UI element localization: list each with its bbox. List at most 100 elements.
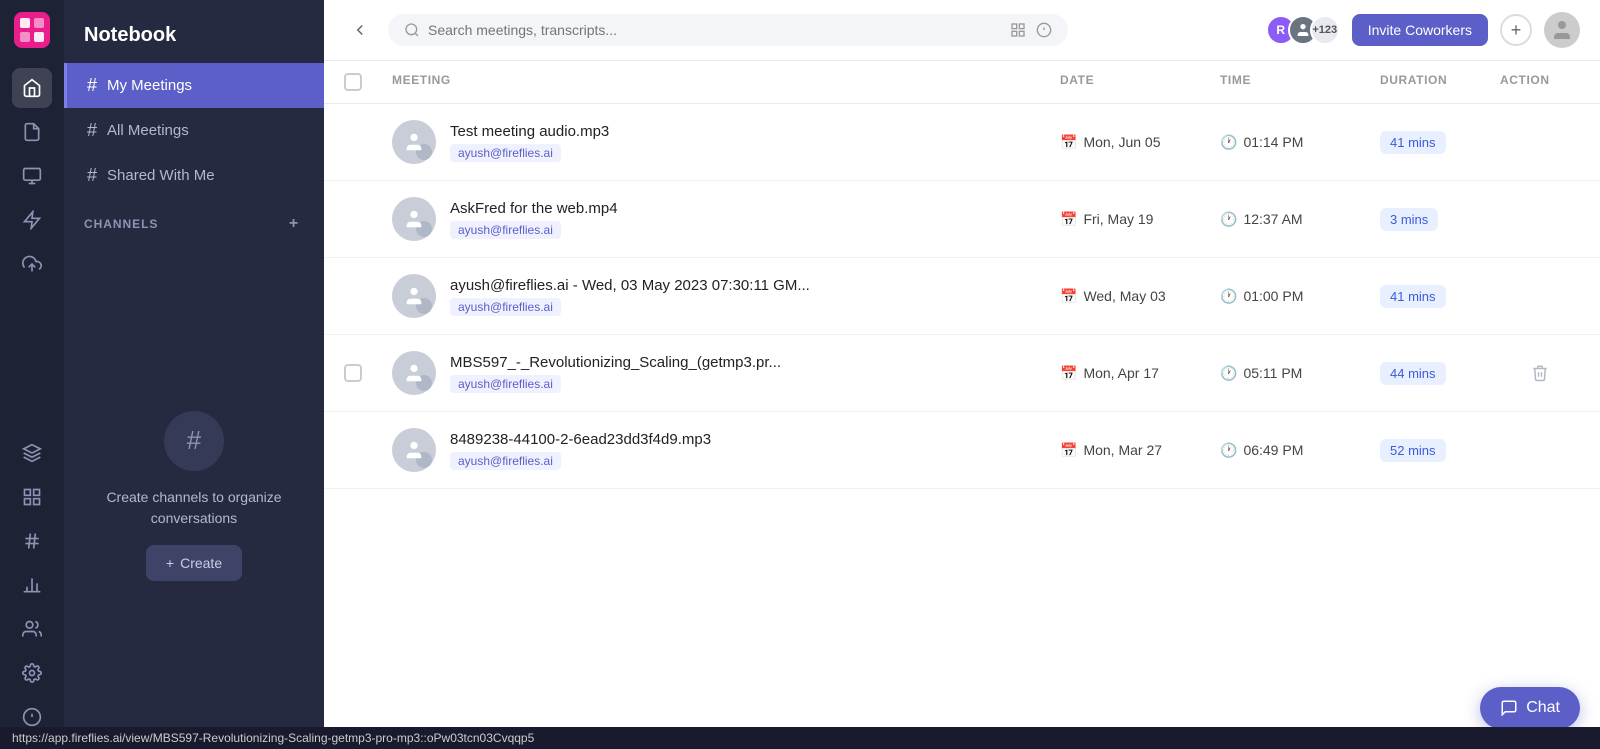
date-col-header: DATE <box>1060 73 1220 91</box>
duration-badge: 41 mins <box>1380 285 1446 308</box>
meeting-details: 8489238-44100-2-6ead23dd3f4d9.mp3 ayush@… <box>450 431 711 470</box>
sidebar: Notebook # My Meetings # All Meetings # … <box>64 0 324 749</box>
action-col-header: ACTION <box>1500 73 1580 91</box>
topbar-right: R +123 Invite Coworkers + <box>1266 12 1580 48</box>
app-title: Notebook <box>64 0 324 63</box>
meeting-avatar <box>392 120 436 164</box>
table-row[interactable]: AskFred for the web.mp4 ayush@fireflies.… <box>324 181 1600 258</box>
icon-bar <box>0 0 64 749</box>
sidebar-item-all-meetings[interactable]: # All Meetings <box>64 108 324 153</box>
duration-cell: 41 mins <box>1380 285 1500 308</box>
meeting-tag: ayush@fireflies.ai <box>450 221 561 239</box>
date-value: Wed, May 03 <box>1083 288 1165 304</box>
meeting-tag: ayush@fireflies.ai <box>450 452 561 470</box>
back-button[interactable] <box>344 14 376 46</box>
time-value: 12:37 AM <box>1243 211 1302 227</box>
create-channel-area: # Create channels to organize conversati… <box>64 242 324 749</box>
sidebar-shared-label: Shared With Me <box>107 167 215 184</box>
checkbox-header-col <box>344 73 392 91</box>
meeting-tag: ayush@fireflies.ai <box>450 298 561 316</box>
table-row[interactable]: MBS597_-_Revolutionizing_Scaling_(getmp3… <box>324 335 1600 412</box>
grid-search-icon <box>1010 22 1026 38</box>
search-input[interactable] <box>428 22 1002 38</box>
delete-button[interactable] <box>1531 364 1549 382</box>
chat-icon <box>1500 699 1518 717</box>
nav-bolt-icon[interactable] <box>12 200 52 240</box>
date-value: Fri, May 19 <box>1083 211 1153 227</box>
sidebar-item-my-meetings[interactable]: # My Meetings <box>64 63 324 108</box>
sidebar-all-meetings-label: All Meetings <box>107 122 189 139</box>
add-channel-button[interactable]: + <box>284 214 304 234</box>
nav-settings-icon[interactable] <box>12 653 52 693</box>
nav-layers-icon[interactable] <box>12 433 52 473</box>
time-value: 05:11 PM <box>1243 365 1302 381</box>
meeting-date: 📅 Mon, Mar 27 <box>1060 442 1220 459</box>
nav-upload-icon[interactable] <box>12 244 52 284</box>
meeting-details: Test meeting audio.mp3 ayush@fireflies.a… <box>450 123 609 162</box>
nav-home-icon[interactable] <box>12 68 52 108</box>
table-header: MEETING DATE TIME DURATION ACTION <box>324 61 1600 104</box>
clock-icon: 🕐 <box>1220 211 1237 228</box>
row-4-checkbox[interactable] <box>344 364 362 382</box>
duration-badge: 41 mins <box>1380 131 1446 154</box>
chat-label: Chat <box>1526 699 1560 717</box>
main-content: R +123 Invite Coworkers + <box>324 0 1600 749</box>
hash-icon: # <box>87 75 97 96</box>
time-value: 01:00 PM <box>1243 288 1303 304</box>
table-row[interactable]: Test meeting audio.mp3 ayush@fireflies.a… <box>324 104 1600 181</box>
create-channel-text: Create channels to organize conversation… <box>84 487 304 529</box>
nav-doc-icon[interactable] <box>12 112 52 152</box>
date-value: Mon, Apr 17 <box>1083 365 1159 381</box>
calendar-icon: 📅 <box>1060 211 1077 228</box>
hash-circle-icon: # <box>164 411 224 471</box>
app-logo[interactable] <box>14 12 50 48</box>
calendar-icon: 📅 <box>1060 134 1077 151</box>
meeting-title: 8489238-44100-2-6ead23dd3f4d9.mp3 <box>450 431 711 448</box>
search-extras <box>1010 22 1052 38</box>
meeting-avatar <box>392 197 436 241</box>
duration-cell: 3 mins <box>1380 208 1500 231</box>
meeting-date: 📅 Wed, May 03 <box>1060 288 1220 305</box>
meeting-time: 🕐 05:11 PM <box>1220 365 1380 382</box>
sidebar-my-meetings-label: My Meetings <box>107 77 192 94</box>
user-avatar[interactable] <box>1544 12 1580 48</box>
calendar-icon: 📅 <box>1060 442 1077 459</box>
time-value: 06:49 PM <box>1243 442 1303 458</box>
meeting-tag: ayush@fireflies.ai <box>450 375 561 393</box>
meeting-time: 🕐 01:00 PM <box>1220 288 1380 305</box>
channels-header: CHANNELS + <box>64 198 324 242</box>
meeting-info: 8489238-44100-2-6ead23dd3f4d9.mp3 ayush@… <box>392 428 1060 472</box>
invite-coworkers-button[interactable]: Invite Coworkers <box>1352 14 1488 46</box>
calendar-icon: 📅 <box>1060 365 1077 382</box>
action-cell <box>1500 364 1580 382</box>
nav-hash-icon[interactable] <box>12 521 52 561</box>
nav-barchart-icon[interactable] <box>12 565 52 605</box>
nav-grid-icon[interactable] <box>12 477 52 517</box>
meetings-table: MEETING DATE TIME DURATION ACTION Test m… <box>324 61 1600 749</box>
chat-button[interactable]: Chat <box>1480 687 1580 729</box>
sidebar-item-shared-with-me[interactable]: # Shared With Me <box>64 153 324 198</box>
meeting-time: 🕐 06:49 PM <box>1220 442 1380 459</box>
nav-screen-icon[interactable] <box>12 156 52 196</box>
row-checkbox-col[interactable] <box>344 364 392 382</box>
hash-icon: # <box>87 120 97 141</box>
duration-badge: 44 mins <box>1380 362 1446 385</box>
meeting-date: 📅 Mon, Apr 17 <box>1060 365 1220 382</box>
duration-cell: 44 mins <box>1380 362 1500 385</box>
meeting-time: 🕐 12:37 AM <box>1220 211 1380 228</box>
table-row[interactable]: 8489238-44100-2-6ead23dd3f4d9.mp3 ayush@… <box>324 412 1600 489</box>
time-col-header: TIME <box>1220 73 1380 91</box>
duration-badge: 3 mins <box>1380 208 1438 231</box>
meeting-avatar <box>392 428 436 472</box>
time-value: 01:14 PM <box>1243 134 1303 150</box>
meeting-info: ayush@fireflies.ai - Wed, 03 May 2023 07… <box>392 274 1060 318</box>
add-button[interactable]: + <box>1500 14 1532 46</box>
meeting-details: MBS597_-_Revolutionizing_Scaling_(getmp3… <box>450 354 781 393</box>
meeting-col-header: MEETING <box>392 73 1060 91</box>
meeting-date: 📅 Mon, Jun 05 <box>1060 134 1220 151</box>
create-channel-button[interactable]: + Create <box>146 545 242 581</box>
table-row[interactable]: ayush@fireflies.ai - Wed, 03 May 2023 07… <box>324 258 1600 335</box>
nav-people-icon[interactable] <box>12 609 52 649</box>
select-all-checkbox[interactable] <box>344 73 362 91</box>
clock-icon: 🕐 <box>1220 365 1237 382</box>
